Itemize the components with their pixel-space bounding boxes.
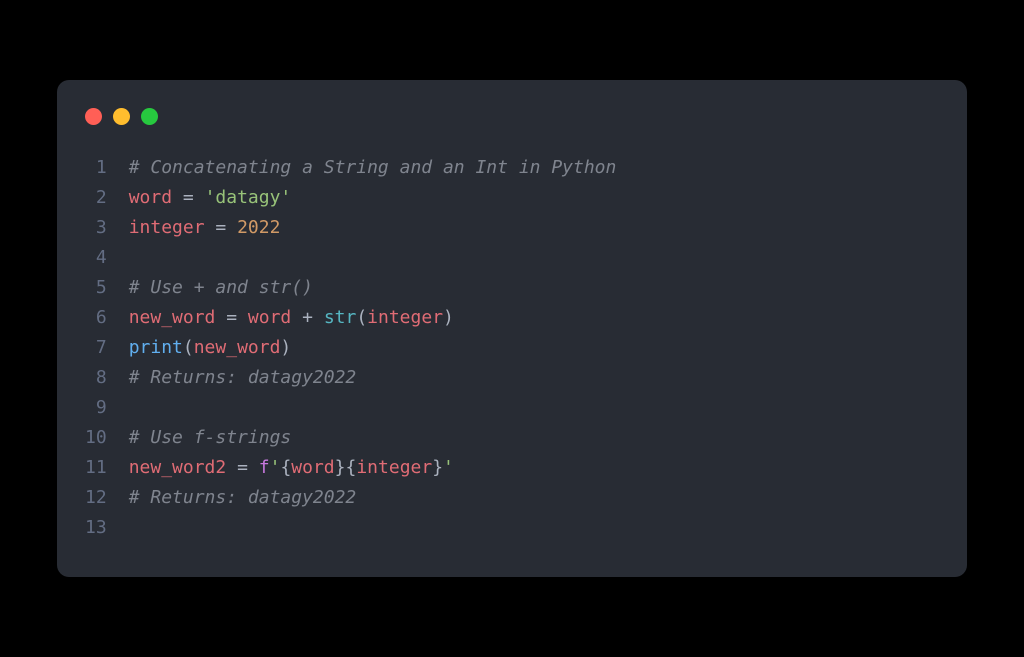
line-number-gutter: 1 2 3 4 5 6 7 8 9 10 11 12 13 <box>85 153 129 543</box>
code-line: word = 'datagy' <box>129 183 617 213</box>
code-line: new_word2 = f'{word}{integer}' <box>129 453 617 483</box>
code-line: # Returns: datagy2022 <box>129 483 617 513</box>
code-line: # Returns: datagy2022 <box>129 363 617 393</box>
line-number: 9 <box>85 393 107 423</box>
window-controls <box>57 108 967 125</box>
line-number: 12 <box>85 483 107 513</box>
code-line <box>129 393 617 423</box>
code-content[interactable]: # Concatenating a String and an Int in P… <box>129 153 617 543</box>
code-area: 1 2 3 4 5 6 7 8 9 10 11 12 13 # Concaten… <box>57 153 967 543</box>
line-number: 2 <box>85 183 107 213</box>
line-number: 3 <box>85 213 107 243</box>
code-line: print(new_word) <box>129 333 617 363</box>
line-number: 1 <box>85 153 107 183</box>
line-number: 11 <box>85 453 107 483</box>
code-line: # Use f-strings <box>129 423 617 453</box>
code-line <box>129 243 617 273</box>
minimize-icon[interactable] <box>113 108 130 125</box>
code-line: new_word = word + str(integer) <box>129 303 617 333</box>
code-line: integer = 2022 <box>129 213 617 243</box>
maximize-icon[interactable] <box>141 108 158 125</box>
line-number: 10 <box>85 423 107 453</box>
code-editor-window: 1 2 3 4 5 6 7 8 9 10 11 12 13 # Concaten… <box>57 80 967 577</box>
line-number: 5 <box>85 273 107 303</box>
line-number: 4 <box>85 243 107 273</box>
line-number: 8 <box>85 363 107 393</box>
line-number: 6 <box>85 303 107 333</box>
close-icon[interactable] <box>85 108 102 125</box>
line-number: 7 <box>85 333 107 363</box>
code-line: # Use + and str() <box>129 273 617 303</box>
line-number: 13 <box>85 513 107 543</box>
code-line: # Concatenating a String and an Int in P… <box>129 153 617 183</box>
code-line <box>129 513 617 543</box>
